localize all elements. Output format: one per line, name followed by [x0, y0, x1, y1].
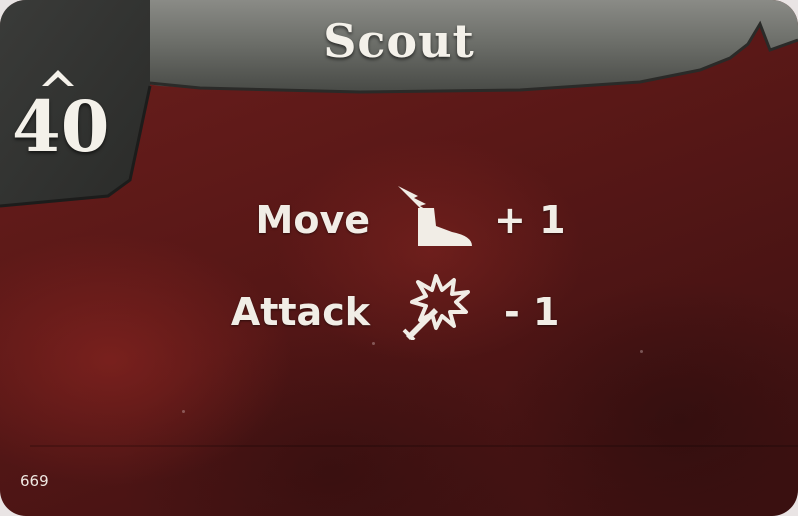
speck	[182, 410, 185, 413]
attack-value: - 1	[504, 290, 560, 334]
ability-card: Scout 40 Move + 1 Attack - 1 669	[0, 0, 798, 516]
card-number: 669	[20, 472, 49, 490]
card-title: Scout	[323, 14, 475, 68]
move-label: Move	[255, 198, 370, 242]
speck	[372, 342, 375, 345]
card-frame	[0, 0, 798, 447]
move-value: + 1	[494, 198, 566, 242]
sword-strike-icon	[402, 274, 470, 340]
speck	[640, 350, 643, 353]
attack-label: Attack	[230, 290, 370, 334]
winged-boot-icon	[398, 186, 472, 246]
initiative-value: 40	[12, 85, 110, 168]
